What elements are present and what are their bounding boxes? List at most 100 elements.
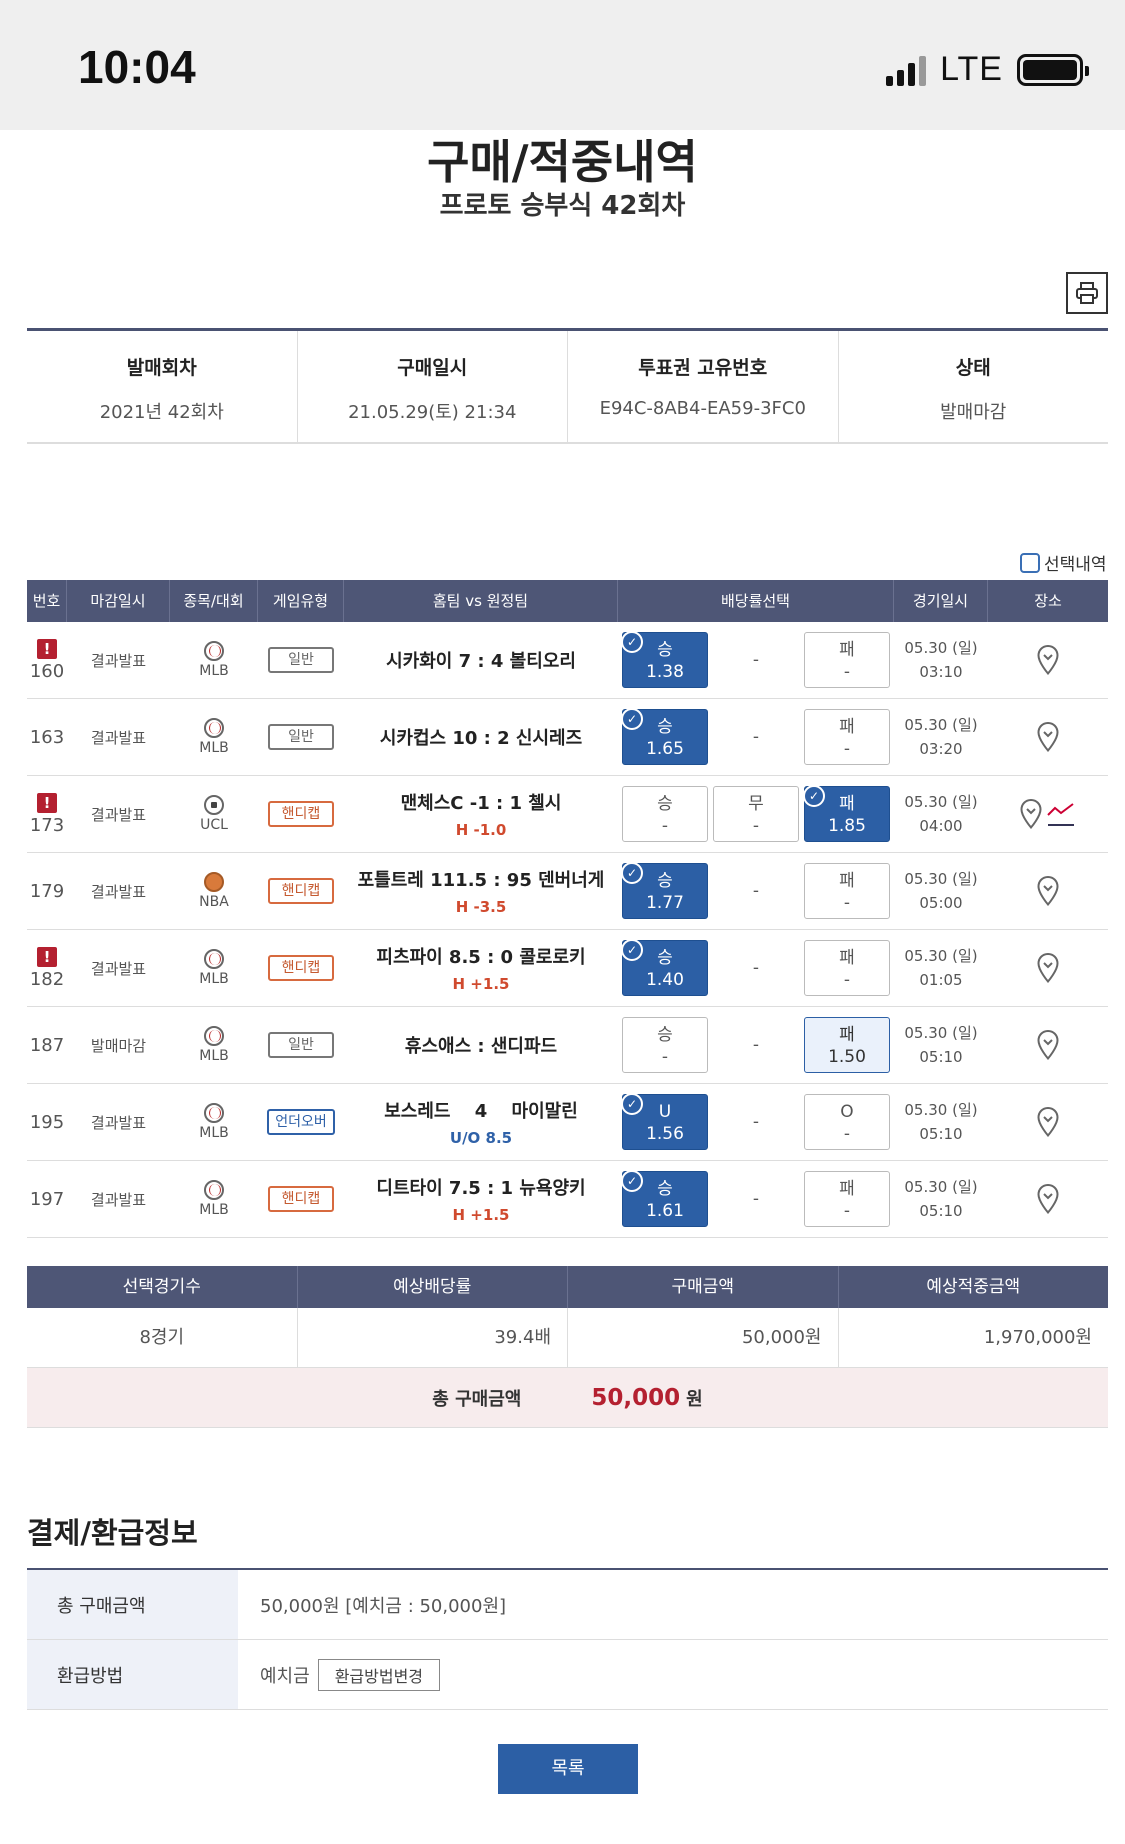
odds-option-o3[interactable]: 패-	[804, 940, 890, 996]
match-time: 05:10	[919, 1125, 963, 1143]
location-pin-icon[interactable]	[1037, 952, 1059, 984]
odds-option-o3[interactable]: 패-	[804, 709, 890, 765]
summary-table: 선택경기수 예상배당률 구매금액 예상적중금액 8경기 39.4배 50,000…	[27, 1266, 1108, 1428]
location-pin-icon[interactable]	[1037, 721, 1059, 753]
row-status: 결과발표	[90, 882, 147, 901]
odds-label: O	[840, 1102, 854, 1122]
odds-option-o1[interactable]: ✓ 승 1.65	[621, 708, 708, 765]
row-status: 결과발표	[90, 805, 147, 824]
chart-trend-icon[interactable]	[1046, 801, 1076, 827]
match-time: 04:00	[919, 817, 963, 835]
odds-value: 1.56	[646, 1124, 684, 1144]
odds-option-o1[interactable]: ✓ 승 1.61	[621, 1170, 708, 1227]
row-date: 05.30 (일) 05:10	[894, 1098, 988, 1146]
odds-label: 패	[839, 1179, 855, 1199]
game-type-badge: 언더오버	[267, 1109, 335, 1135]
odds-value: -	[843, 739, 851, 759]
payment-section-title: 결제/환급정보	[27, 1516, 198, 1550]
total-purchase-row: 총 구매금액 50,000 원	[27, 1368, 1108, 1428]
baseball-icon	[204, 718, 224, 738]
row-match: 포틀트레 111.5 : 95 덴버너게 H -3.5	[344, 866, 618, 916]
network-label: LTE	[940, 50, 1003, 88]
league-text: MLB	[199, 1202, 229, 1218]
match-text: 피츠파이 8.5 : 0 콜로로키	[376, 947, 586, 968]
check-icon: ✓	[621, 1170, 643, 1192]
row-game-type: 핸디캡	[258, 878, 344, 904]
odds-option-o3[interactable]: 패-	[804, 863, 890, 919]
total-label: 총 구매금액	[432, 1388, 522, 1410]
row-odds: 승 - 무 - ✓ 패 1.85	[618, 785, 894, 842]
match-date: 05.30 (일)	[904, 1024, 978, 1042]
table-row: 179 결과발표 NBA 핸디캡 포틀트레 111.5 : 95 덴버너게 H -3.5 ✓…	[27, 853, 1108, 930]
league-text: UCL	[200, 817, 228, 833]
odds-value: -	[752, 816, 760, 836]
list-button[interactable]: 목록	[498, 1744, 638, 1794]
handicap-text: U/O 8.5	[449, 1129, 513, 1147]
alert-icon: !	[37, 638, 57, 659]
odds-option-o1[interactable]: ✓ U 1.56	[621, 1093, 708, 1150]
info-ticket-id: 투표권 고유번호 E94C-8AB4-EA59-3FC0	[568, 331, 839, 442]
odds-option-o1[interactable]: 승-	[622, 786, 708, 842]
location-pin-icon[interactable]	[1037, 875, 1059, 907]
table-row: ! 160 결과발표 MLB 일반 시카화이 7 : 4 볼티오리 ✓ 승 1.38- 패 -05.…	[27, 622, 1108, 699]
location-pin-icon[interactable]	[1037, 1106, 1059, 1138]
odds-option-o1[interactable]: ✓ 승 1.40	[621, 939, 708, 996]
clock: 10:04	[78, 41, 196, 93]
print-button[interactable]	[1066, 272, 1108, 314]
check-icon: ✓	[621, 862, 643, 884]
select-filter-checkbox[interactable]: 선택내역	[1020, 550, 1107, 575]
odds-option-o1[interactable]: ✓ 승 1.77	[621, 862, 708, 919]
page-title: 구매/적중내역	[427, 135, 698, 189]
odds-option-o1[interactable]: 승-	[622, 1017, 708, 1073]
league-text: MLB	[199, 740, 229, 756]
row-league: NBA	[170, 872, 258, 910]
handicap-text: H -1.0	[455, 821, 507, 839]
match-time: 01:05	[919, 971, 963, 989]
odds-option-o2[interactable]: 무-	[713, 786, 799, 842]
odds-option-o1[interactable]: ✓ 승 1.38	[621, 631, 708, 688]
match-date: 05.30 (일)	[904, 1101, 978, 1119]
location-pin-icon[interactable]	[1037, 1183, 1059, 1215]
table-header: 번호 마감일시 종목/대회 게임유형 홈팀 vs 원정팀 배당률선택 경기일시 …	[27, 580, 1108, 622]
payment-table: 총 구매금액 50,000원 [예치금 : 50,000원] 환급방법 예치금 환…	[27, 1568, 1108, 1710]
refund-method-value: 예치금	[260, 1665, 310, 1687]
odds-label: 패	[839, 717, 855, 737]
location-pin-icon[interactable]	[1020, 798, 1042, 830]
col-type: 게임유형	[258, 580, 344, 622]
row-match: 맨체스C -1 : 1 첼시 H -1.0	[344, 789, 618, 839]
row-game-type: 핸디캡	[258, 1186, 344, 1212]
payment-total-value: 50,000원 [예치금 : 50,000원]	[260, 1595, 507, 1617]
row-number: ! 173	[27, 792, 67, 836]
row-match: 시카컵스 10 : 2 신시레즈	[344, 724, 618, 750]
game-type-badge: 핸디캡	[268, 955, 334, 981]
odds-label: 승	[657, 794, 673, 814]
row-number-text: 173	[29, 814, 65, 836]
row-odds: ✓ 승 1.40- 패 -	[618, 939, 894, 996]
odds-draw-empty: -	[752, 1189, 760, 1209]
game-type-badge: 일반	[268, 1032, 334, 1058]
row-match: 디트타이 7.5 : 1 뉴욕양키 H +1.5	[344, 1174, 618, 1224]
odds-option-o3[interactable]: ✓ 패 1.85	[803, 785, 890, 842]
alert-icon: !	[37, 946, 57, 967]
row-date: 05.30 (일) 05:00	[894, 867, 988, 915]
match-text: 휴스애스 : 샌디파드	[404, 1036, 558, 1057]
row-date: 05.30 (일) 05:10	[894, 1175, 988, 1223]
odds-option-o3[interactable]: O-	[804, 1094, 890, 1150]
soccer-ball-icon	[204, 795, 224, 815]
change-refund-method-button[interactable]: 환급방법변경	[317, 1658, 441, 1691]
odds-draw-empty: -	[752, 1112, 760, 1132]
row-status: 발매마감	[90, 1036, 147, 1055]
basketball-icon	[204, 872, 224, 892]
location-pin-icon[interactable]	[1037, 644, 1059, 676]
payment-total-label: 총 구매금액	[27, 1570, 238, 1639]
odds-option-o3[interactable]: 패 1.50	[804, 1017, 890, 1073]
game-type-badge: 일반	[268, 647, 334, 673]
row-league: MLB	[170, 949, 258, 987]
odds-option-o3[interactable]: 패-	[804, 1171, 890, 1227]
row-game-type: 핸디캡	[258, 801, 344, 827]
row-game-type: 일반	[258, 724, 344, 750]
row-number-text: 187	[29, 1034, 65, 1056]
location-pin-icon[interactable]	[1037, 1029, 1059, 1061]
odds-option-o3[interactable]: 패-	[804, 632, 890, 688]
odds-value: 1.85	[828, 816, 866, 836]
